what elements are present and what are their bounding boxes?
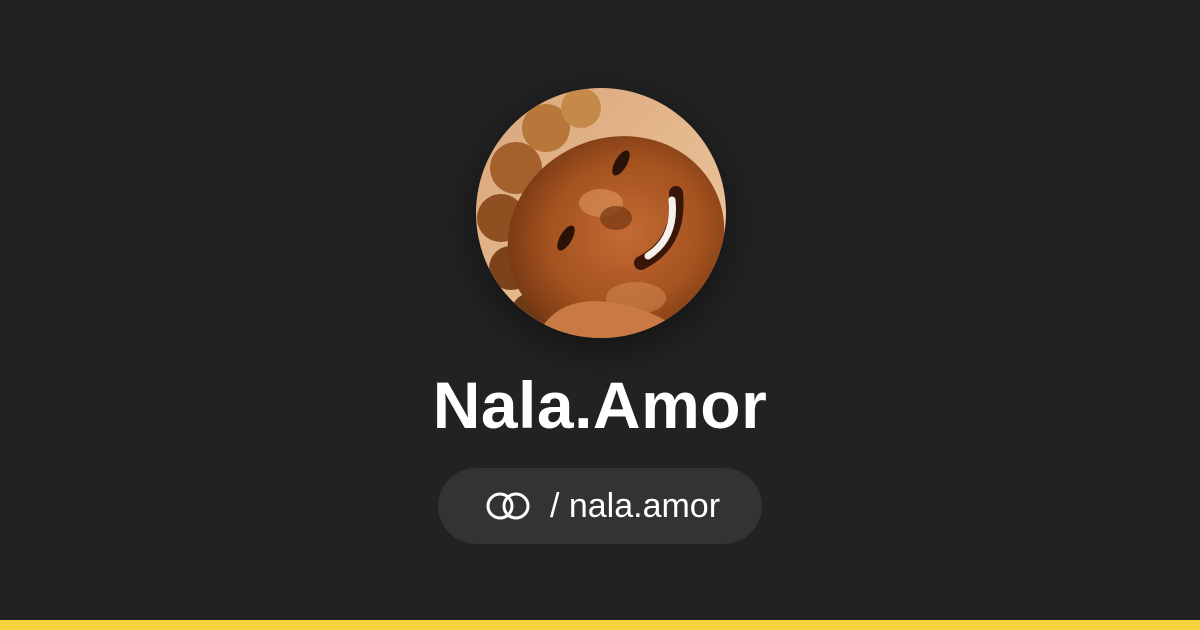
avatar-image — [476, 88, 726, 338]
profile-card: Nala.Amor / nala.amor — [0, 0, 1200, 630]
linked-rings-icon — [480, 489, 536, 523]
profile-handle: / nala.amor — [549, 487, 721, 525]
profile-name: Nala.Amor — [432, 368, 768, 442]
avatar[interactable] — [476, 88, 726, 338]
accent-bar — [0, 620, 1200, 630]
profile-handle-link[interactable]: / nala.amor — [438, 468, 762, 544]
avatar-frame — [476, 88, 726, 338]
